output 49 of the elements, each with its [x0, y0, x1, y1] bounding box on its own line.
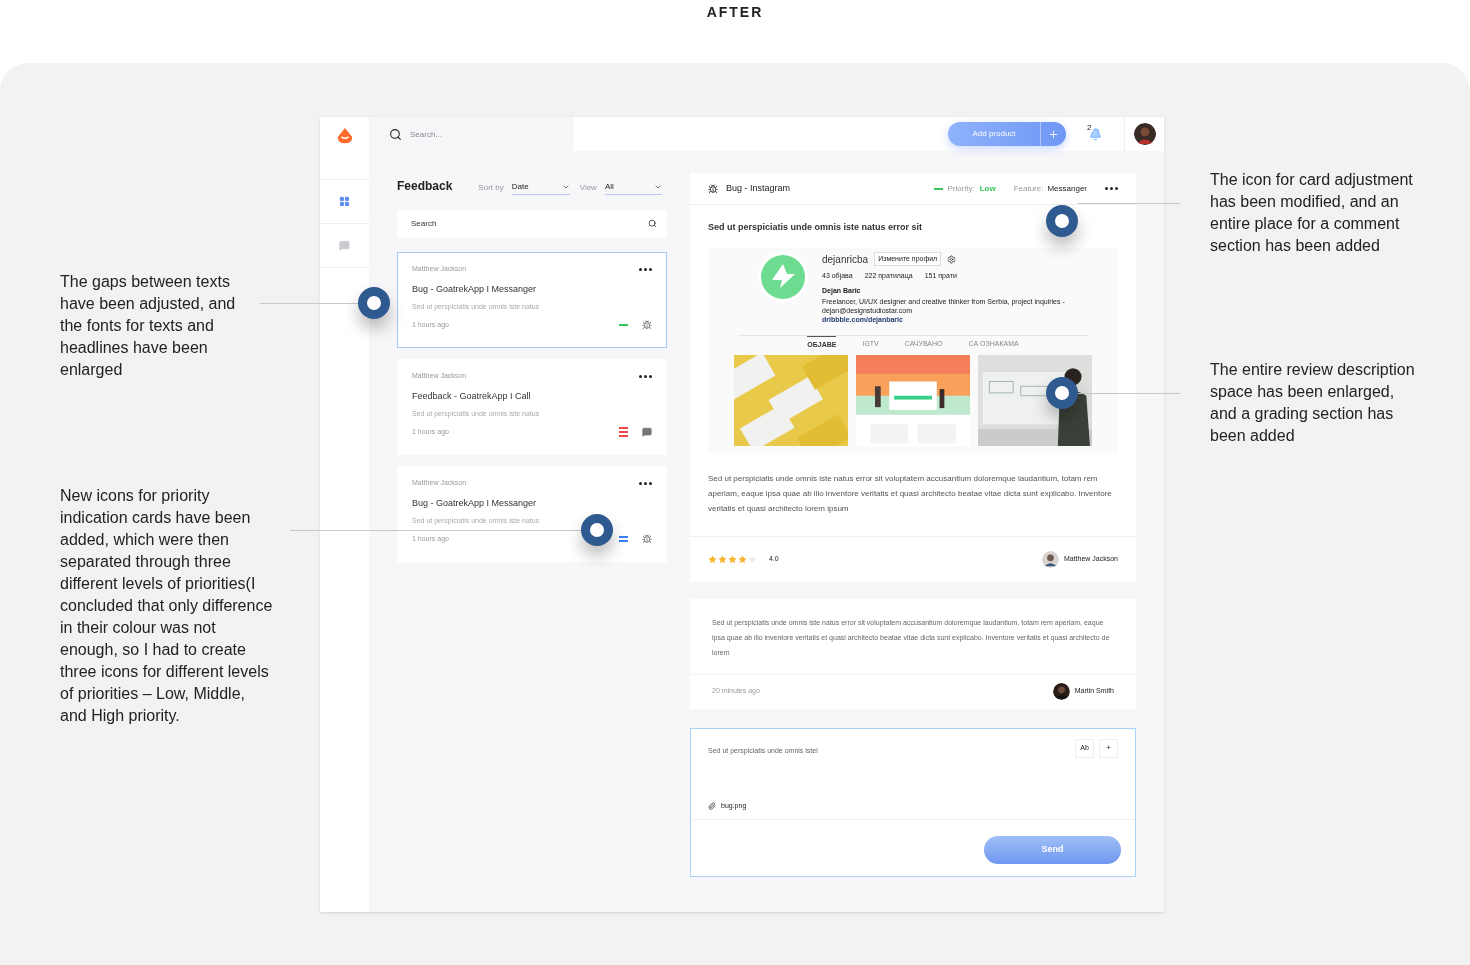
search-field[interactable]: Search: [397, 209, 667, 238]
search-field[interactable]: Search...: [369, 117, 574, 151]
sort-label: Sort by: [478, 182, 504, 194]
star-icon: [738, 554, 747, 564]
bug-icon: [708, 183, 718, 194]
chat-icon: [339, 240, 350, 251]
dashboard-icon: [339, 196, 350, 207]
view-dropdown[interactable]: All: [604, 181, 662, 195]
sort-dropdown[interactable]: Date: [511, 181, 570, 195]
search-icon: [389, 128, 402, 141]
settings-icon[interactable]: [947, 254, 957, 264]
feature-label: Feature:: [1013, 182, 1044, 195]
annotation-text: The icon for card adjustment has been modified, and an entire place for a comment section has been added: [1210, 170, 1414, 256]
annotation-text: The entire review description space has been enlarged, and a grading section has been added: [1210, 360, 1416, 446]
star-icon: [728, 554, 737, 564]
avatar: [1052, 683, 1070, 700]
chevron-icon: [561, 183, 570, 191]
detail-description: Sed ut perspiciatis unde omnis iste natus error sit voluptatem accusantium doloremque laudantium, totam rem aperiam, eaque ipsa quae ab illo inventore veritatis et quasi architecto beatae vitae dicta sunt explicabo. Inventore veritatis et quasi architecto lorem ipsum: [690, 452, 1136, 537]
profile-username: dejanricba: [822, 252, 869, 267]
add-button[interactable]: +: [1099, 738, 1118, 758]
more-icon[interactable]: [639, 374, 652, 378]
card-title: Bug - GoatrekApp I Messanger: [412, 497, 538, 510]
star-icon: [718, 554, 727, 564]
chevron-icon: [653, 183, 662, 191]
detail-heading: Sed ut perspiciatis unde omnis iste natus error sit: [708, 221, 924, 234]
more-icon[interactable]: [639, 267, 652, 271]
logo-icon: [335, 127, 354, 145]
more-icon[interactable]: [1105, 186, 1118, 191]
attachment-icon: [708, 802, 716, 811]
search-icon: [648, 219, 657, 228]
section-title: Feedback: [397, 178, 453, 195]
annotation-text: New icons for priority indication cards have been added, which were then separated through three different levels of priorities(I concluded that only difference in their colour was not enough, so I had to create three icons for different levels of priorities – Low, Middle, and High priority.: [60, 486, 274, 726]
more-icon[interactable]: [639, 481, 652, 485]
page-title: AFTER: [706, 3, 764, 22]
chat-icon: [642, 427, 652, 438]
annotation-text: The gaps between texts have been adjusted, and the fonts for texts and headlines have been enlarged: [60, 272, 237, 380]
star-icon: [708, 554, 717, 564]
priority-value: Low: [979, 182, 996, 195]
bug-icon: [642, 534, 652, 545]
user-avatar[interactable]: [1133, 123, 1156, 145]
detail-title: Bug - Instagram: [726, 181, 792, 195]
plus-icon: [1048, 128, 1059, 140]
card-title: Feedback - GoatrekApp I Call: [412, 390, 532, 403]
priority-label: Priority:: [947, 182, 975, 195]
avatar: [1041, 550, 1059, 568]
feature-value: Messanger: [1047, 182, 1087, 195]
view-label: View: [579, 182, 597, 194]
bug-icon: [642, 320, 652, 331]
card-title: Bug - GoatrekApp I Messanger: [412, 283, 538, 296]
